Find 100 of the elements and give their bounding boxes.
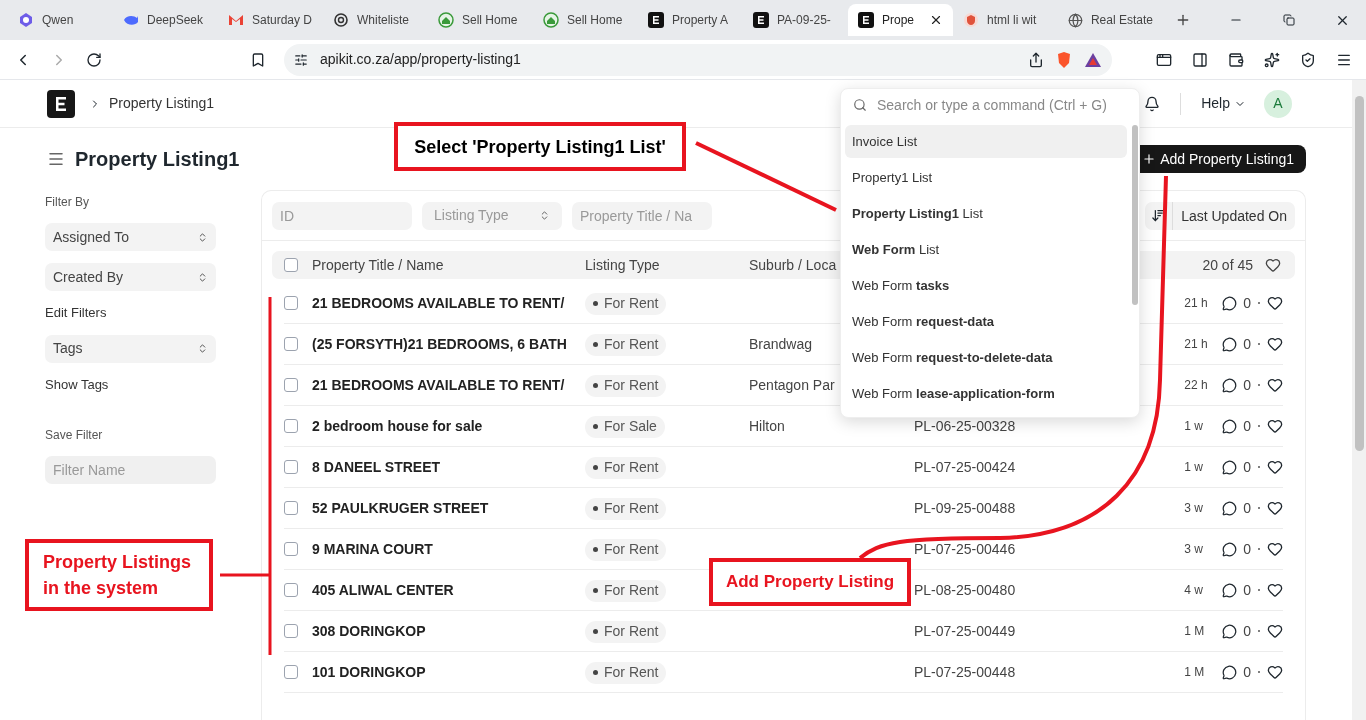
browser-tab[interactable]: Saturday D bbox=[218, 4, 323, 36]
heart-icon[interactable] bbox=[1267, 500, 1283, 516]
site-settings-icon[interactable] bbox=[294, 52, 308, 67]
command-item[interactable]: Web Form request-data bbox=[845, 305, 1127, 338]
browser-tab[interactable]: Qwen bbox=[8, 4, 113, 36]
checkbox[interactable] bbox=[284, 296, 298, 310]
wallet-icon[interactable] bbox=[1228, 51, 1244, 68]
notification-icon[interactable] bbox=[1144, 95, 1161, 112]
checkbox[interactable] bbox=[284, 542, 298, 556]
browser-tab[interactable]: Property A bbox=[638, 4, 743, 36]
command-item[interactable]: Property Listing1 List bbox=[845, 197, 1127, 230]
checkbox[interactable] bbox=[284, 258, 298, 272]
share-icon[interactable] bbox=[1028, 51, 1044, 68]
sort-field[interactable]: Last Updated On bbox=[1172, 201, 1295, 230]
comment-icon[interactable] bbox=[1222, 582, 1238, 598]
command-item[interactable]: Web Form request-to-delete-data bbox=[845, 341, 1127, 374]
comment-count: 0 bbox=[1243, 375, 1251, 395]
close-icon[interactable] bbox=[929, 13, 943, 27]
comment-icon[interactable] bbox=[1222, 541, 1238, 557]
filter-select[interactable]: Assigned To bbox=[45, 223, 216, 251]
checkbox[interactable] bbox=[284, 665, 298, 679]
checkbox[interactable] bbox=[284, 583, 298, 597]
heart-icon[interactable] bbox=[1267, 377, 1283, 393]
property-title[interactable]: 101 DORINGKOP bbox=[312, 661, 585, 683]
browser-tab[interactable]: Sell Home bbox=[428, 4, 533, 36]
browser-tab[interactable]: Prope bbox=[848, 4, 953, 36]
scrollbar-thumb[interactable] bbox=[1132, 125, 1138, 305]
filter-field[interactable]: ID bbox=[272, 201, 412, 230]
command-item[interactable]: Web Form List bbox=[845, 233, 1127, 266]
scrollbar-thumb[interactable] bbox=[1354, 96, 1364, 451]
listing-type-pill: For Rent bbox=[585, 292, 667, 315]
heart-icon[interactable] bbox=[1265, 257, 1281, 273]
property-title[interactable]: 21 BEDROOMS AVAILABLE TO RENT/ bbox=[312, 374, 585, 396]
command-item[interactable]: Property1 List bbox=[845, 161, 1127, 194]
tags-select[interactable]: Tags bbox=[45, 334, 216, 363]
sparkle-icon[interactable] bbox=[1264, 51, 1280, 68]
property-title[interactable]: 9 MARINA COURT bbox=[312, 538, 585, 560]
comment-icon[interactable] bbox=[1222, 623, 1238, 639]
property-title[interactable]: 8 DANEEL STREET bbox=[312, 456, 585, 478]
property-title[interactable]: 308 DORINGKOP bbox=[312, 620, 585, 642]
heart-icon[interactable] bbox=[1267, 459, 1283, 475]
new-tab-icon[interactable] bbox=[1175, 12, 1191, 28]
browser-tab[interactable]: PA-09-25- bbox=[743, 4, 848, 36]
suburb-text: Pentagon Par bbox=[749, 376, 835, 393]
sidebar-icon[interactable] bbox=[1192, 51, 1208, 68]
e-logo-icon bbox=[858, 12, 874, 28]
heart-icon[interactable] bbox=[1267, 295, 1283, 311]
reload-icon[interactable] bbox=[86, 51, 102, 68]
comment-icon[interactable] bbox=[1222, 664, 1238, 680]
checkbox[interactable] bbox=[284, 419, 298, 433]
help-menu[interactable]: Help bbox=[1201, 93, 1246, 114]
edit-filters-link[interactable]: Edit Filters bbox=[45, 303, 216, 323]
heart-icon[interactable] bbox=[1267, 664, 1283, 680]
bookmark-icon[interactable] bbox=[250, 51, 266, 68]
filter-field[interactable]: Property Title / Na bbox=[572, 201, 712, 230]
filter-name-field[interactable]: Filter Name bbox=[45, 456, 216, 484]
app-logo-icon[interactable] bbox=[47, 89, 75, 118]
heart-icon[interactable] bbox=[1267, 336, 1283, 352]
checkbox[interactable] bbox=[284, 501, 298, 515]
checkbox[interactable] bbox=[284, 337, 298, 351]
browser-tab[interactable]: Sell Home bbox=[533, 4, 638, 36]
triangle-logo-icon[interactable] bbox=[1084, 51, 1102, 68]
heart-icon[interactable] bbox=[1267, 418, 1283, 434]
heart-icon[interactable] bbox=[1267, 582, 1283, 598]
browser-tab[interactable]: DeepSeek bbox=[113, 4, 218, 36]
checkbox[interactable] bbox=[284, 378, 298, 392]
property-title[interactable]: 52 PAULKRUGER STREET bbox=[312, 497, 585, 519]
browser-tab[interactable]: Real Estate bbox=[1058, 4, 1163, 36]
address-field[interactable]: apikit.co.za/app/property-listing1 bbox=[284, 43, 1112, 76]
show-tags-link[interactable]: Show Tags bbox=[45, 374, 216, 394]
command-item[interactable]: Invoice List bbox=[845, 125, 1127, 158]
search-field[interactable]: Search or type a command (Ctrl + G) bbox=[877, 94, 1127, 116]
browser-tab[interactable]: Whiteliste bbox=[323, 4, 428, 36]
comment-icon[interactable] bbox=[1222, 336, 1238, 352]
browser-tab[interactable]: html li wit bbox=[953, 4, 1058, 36]
comment-icon[interactable] bbox=[1222, 500, 1238, 516]
property-title[interactable]: 21 BEDROOMS AVAILABLE TO RENT/ bbox=[312, 292, 585, 314]
command-item[interactable]: Web Form lease-application-form bbox=[845, 377, 1127, 410]
breadcrumb-link[interactable]: Property Listing1 bbox=[109, 93, 215, 114]
restore-icon[interactable] bbox=[1283, 14, 1295, 26]
column-header: Listing Type bbox=[585, 255, 661, 275]
heart-icon[interactable] bbox=[1267, 623, 1283, 639]
comment-icon[interactable] bbox=[1222, 295, 1238, 311]
listing-type-pill: For Rent bbox=[585, 497, 667, 520]
property-title[interactable]: 2 bedroom house for sale bbox=[312, 415, 585, 437]
checkbox[interactable] bbox=[284, 624, 298, 638]
comment-icon[interactable] bbox=[1222, 459, 1238, 475]
window-icon[interactable] bbox=[1156, 51, 1172, 68]
checkbox[interactable] bbox=[284, 460, 298, 474]
filter-select[interactable]: Created By bbox=[45, 263, 216, 291]
row-count: 20 of 45 bbox=[1202, 255, 1253, 275]
sort-control[interactable]: Last Updated On bbox=[1145, 201, 1295, 230]
shield-icon[interactable] bbox=[1300, 51, 1316, 68]
property-title[interactable]: 405 ALIWAL CENTER bbox=[312, 579, 585, 601]
command-item[interactable]: Web Form tasks bbox=[845, 269, 1127, 302]
heart-icon[interactable] bbox=[1267, 541, 1283, 557]
user-avatar[interactable]: A bbox=[1264, 89, 1292, 118]
comment-icon[interactable] bbox=[1222, 418, 1238, 434]
property-title[interactable]: (25 FORSYTH)21 BEDROOMS, 6 BATH bbox=[312, 333, 585, 355]
comment-icon[interactable] bbox=[1222, 377, 1238, 393]
